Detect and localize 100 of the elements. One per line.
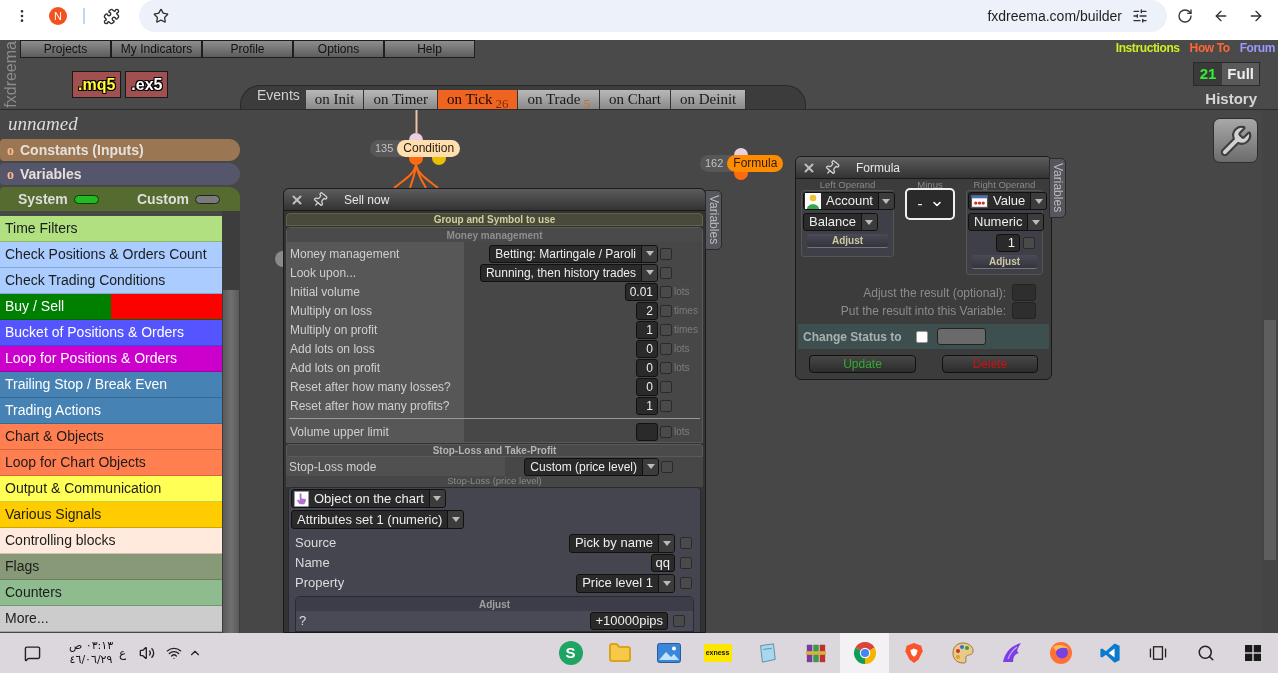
event-tab[interactable]: on Deinit — [671, 90, 747, 109]
header-link[interactable]: Forum — [1239, 39, 1275, 57]
scrollbar-thumb[interactable] — [223, 290, 239, 633]
input-field[interactable]: 1 — [636, 320, 658, 339]
toggle-switch[interactable] — [195, 194, 220, 204]
address-bar[interactable]: fxdreema.com/builder — [139, 0, 1167, 32]
input-field[interactable] — [1012, 284, 1036, 301]
volume-icon[interactable] — [139, 645, 156, 661]
checkbox[interactable] — [660, 323, 672, 336]
menu-button[interactable]: Profile — [202, 40, 293, 58]
category-item[interactable]: Check Positions & Orders Count — [0, 242, 222, 268]
dropdown[interactable]: Numeric — [968, 213, 1045, 231]
dropdown[interactable]: Pick by name — [568, 533, 675, 553]
adjust-button[interactable]: Adjust — [807, 234, 888, 248]
close-icon[interactable] — [290, 192, 304, 207]
dropdown[interactable]: Attributes set 1 (numeric) — [291, 510, 465, 529]
header-link[interactable]: Instructions — [1115, 39, 1180, 57]
dialog-button[interactable]: Update — [809, 355, 916, 373]
checkbox[interactable] — [660, 285, 672, 298]
star-icon[interactable] — [153, 8, 169, 24]
clock-date[interactable]: ٤٦/٠٦/٢٩ — [69, 653, 113, 667]
node-label[interactable]: Formula — [727, 155, 784, 172]
operator-dropdown[interactable]: - — [905, 188, 955, 220]
dropdown[interactable]: Balance — [803, 213, 878, 231]
export-button[interactable]: .mq5 — [72, 71, 122, 98]
event-tab[interactable]: on Tick $_{26}$ — [438, 90, 519, 109]
category-item[interactable]: Counters — [0, 580, 222, 606]
category-item[interactable]: Various Signals — [0, 502, 222, 528]
event-tab[interactable]: on Init — [305, 90, 365, 109]
category-item[interactable]: Time Filters — [0, 216, 222, 242]
category-item[interactable]: Loop for Positions & Orders — [0, 346, 222, 372]
dropdown[interactable]: Running, then history trades — [479, 263, 658, 282]
input-field[interactable]: 0 — [636, 358, 658, 377]
category-item[interactable]: More... — [0, 606, 222, 632]
category-item[interactable]: Bucket of Positions & Orders — [0, 320, 222, 346]
input-field[interactable] — [1012, 302, 1036, 319]
input-field[interactable]: 0 — [636, 339, 658, 358]
toggle-switch[interactable] — [73, 194, 99, 204]
scrollbar-thumb[interactable] — [1264, 320, 1276, 560]
input-field[interactable]: qq — [650, 554, 675, 572]
forward-icon[interactable] — [1248, 8, 1264, 24]
wifi-icon[interactable] — [166, 645, 183, 661]
category-item[interactable]: Loop for Chart Objects — [0, 450, 222, 476]
event-tab[interactable]: on Timer — [364, 90, 438, 109]
dropdown[interactable]: Account — [803, 192, 895, 210]
checkbox[interactable] — [673, 615, 685, 627]
input-field[interactable] — [636, 422, 658, 441]
event-tab[interactable]: on Chart — [599, 90, 671, 109]
category-item[interactable]: Trailing Stop / Break Even — [0, 372, 222, 398]
close-icon[interactable] — [802, 160, 816, 175]
menu-button[interactable]: Options — [293, 40, 384, 58]
checkbox[interactable] — [660, 342, 672, 355]
checkbox[interactable] — [660, 304, 672, 317]
checkbox[interactable] — [680, 557, 692, 569]
input-field[interactable]: 1 — [636, 396, 658, 415]
checkbox[interactable] — [660, 380, 672, 393]
checkbox[interactable] — [660, 247, 672, 260]
menu-button[interactable]: My Indicators — [111, 40, 202, 58]
checkbox[interactable] — [660, 266, 672, 279]
puzzle-icon[interactable] — [103, 7, 120, 25]
dropdown[interactable]: Betting: Martingale / Paroli — [489, 244, 658, 263]
tune-icon[interactable] — [1132, 8, 1148, 24]
back-icon[interactable] — [1213, 8, 1229, 24]
checkbox[interactable] — [661, 460, 673, 473]
input-field[interactable]: 2 — [636, 301, 658, 320]
checkbox[interactable] — [660, 361, 672, 374]
variables-tab[interactable]: Variables — [705, 190, 722, 250]
clock-time[interactable]: ٠٣:١٣ ص — [68, 639, 114, 653]
event-tab[interactable]: on Trade $_{5}$ — [518, 90, 600, 109]
reload-icon[interactable] — [1177, 8, 1193, 24]
status-field[interactable] — [936, 328, 986, 345]
menu-button[interactable]: Projects — [20, 40, 111, 58]
full-history-button[interactable]: Full — [1222, 63, 1259, 85]
menu-button[interactable]: Help — [384, 40, 475, 58]
dropdown[interactable]: Value — [968, 192, 1048, 210]
category-item[interactable]: Trading Actions — [0, 398, 222, 424]
category-item[interactable]: Buy / Sell — [0, 294, 222, 320]
input-field[interactable]: 0 — [636, 377, 658, 396]
checkbox[interactable] — [660, 425, 672, 438]
category-item[interactable]: Output & Communication — [0, 476, 222, 502]
checkbox[interactable] — [680, 537, 692, 549]
input-field[interactable]: 0.01 — [624, 282, 658, 301]
adjust-button[interactable]: Adjust — [972, 255, 1037, 269]
variables-tab[interactable]: Variables — [1049, 158, 1066, 218]
category-item[interactable]: Check Trading Conditions — [0, 268, 222, 294]
settings-button[interactable] — [1213, 118, 1258, 163]
section-toggle[interactable]: o Variables — [0, 163, 240, 185]
checkbox[interactable] — [915, 330, 928, 343]
notification-icon[interactable] — [24, 644, 41, 662]
input-field[interactable]: +10000pips — [590, 612, 668, 630]
export-button[interactable]: .ex5 — [125, 71, 169, 98]
checkbox[interactable] — [660, 399, 672, 412]
input-field[interactable]: 1 — [996, 234, 1020, 252]
dropdown[interactable]: Object on the chart — [291, 489, 446, 508]
dropdown[interactable]: Price level 1 — [576, 573, 675, 593]
checkbox[interactable] — [680, 577, 692, 589]
category-item[interactable]: Chart & Objects — [0, 424, 222, 450]
group-header[interactable]: Group and Symbol to use — [286, 213, 703, 226]
category-item[interactable]: Flags — [0, 554, 222, 580]
node-label[interactable]: Condition — [397, 140, 461, 157]
